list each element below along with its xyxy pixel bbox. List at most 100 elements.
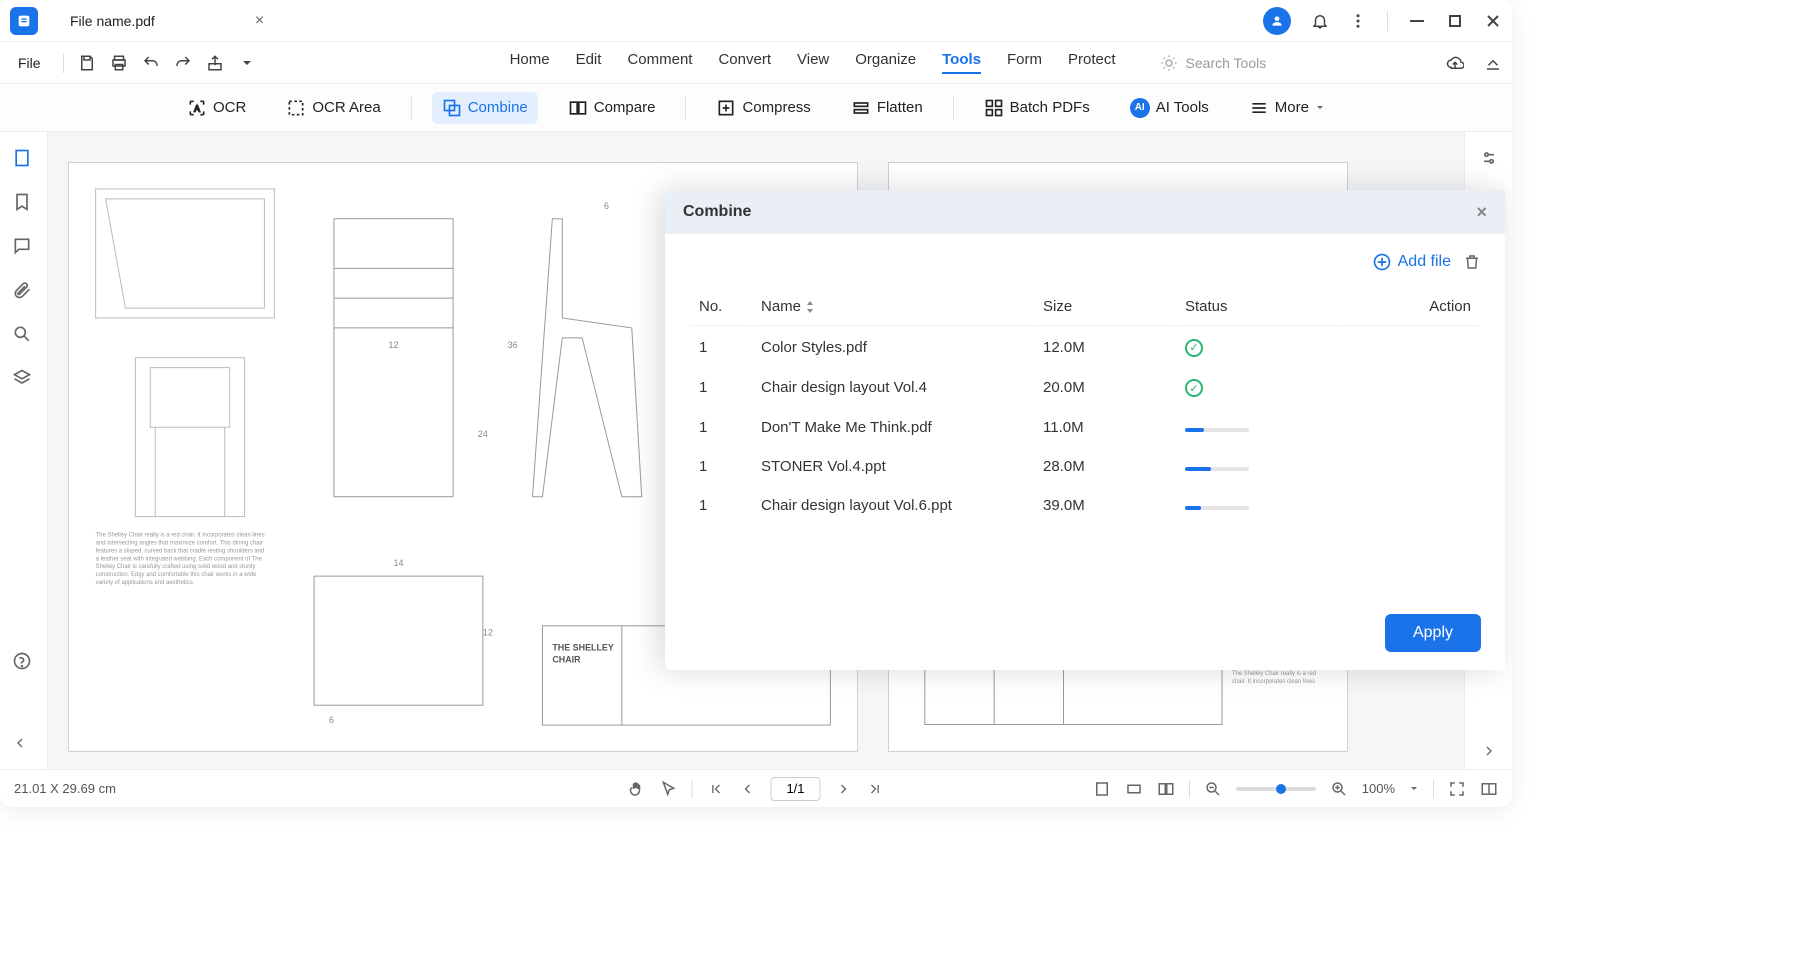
flatten-button[interactable]: Flatten <box>841 92 933 124</box>
dropdown-icon[interactable] <box>238 54 256 72</box>
single-page-icon[interactable] <box>1157 780 1175 798</box>
menu-edit[interactable]: Edit <box>576 51 602 74</box>
apply-button[interactable]: Apply <box>1385 614 1481 652</box>
redo-icon[interactable] <box>174 54 192 72</box>
help-icon[interactable] <box>12 651 36 675</box>
print-icon[interactable] <box>110 54 128 72</box>
separator <box>692 780 693 798</box>
menu-form[interactable]: Form <box>1007 51 1042 74</box>
close-tab-icon[interactable]: × <box>255 12 264 30</box>
combine-button[interactable]: Combine <box>432 92 538 124</box>
svg-text:The Shelley Chair really is a: The Shelley Chair really is a red <box>1232 671 1316 677</box>
ocr-button[interactable]: A OCR <box>177 92 256 124</box>
page-input[interactable] <box>771 777 821 801</box>
menu-view[interactable]: View <box>797 51 829 74</box>
zoom-slider[interactable] <box>1236 787 1316 791</box>
col-action: Action <box>1339 288 1479 326</box>
separator <box>1387 11 1388 31</box>
document-tab[interactable]: File name.pdf × <box>58 6 276 36</box>
ocr-area-button[interactable]: OCR Area <box>276 92 390 124</box>
first-page-icon[interactable] <box>707 780 725 798</box>
svg-text:A: A <box>194 103 200 113</box>
attachment-icon[interactable] <box>12 280 36 304</box>
table-row[interactable]: 1Chair design layout Vol.6.ppt39.0M <box>691 487 1479 524</box>
separator <box>1433 780 1434 798</box>
menu-tools[interactable]: Tools <box>942 51 981 74</box>
combine-panel-header: Combine × <box>665 190 1505 234</box>
sort-icon <box>805 301 815 313</box>
undo-icon[interactable] <box>142 54 160 72</box>
save-icon[interactable] <box>78 54 96 72</box>
settings-icon[interactable] <box>1479 148 1499 168</box>
thumbnails-icon[interactable] <box>12 148 36 172</box>
menubar: File Home Edit Comment Convert View Orga… <box>0 42 1512 84</box>
combine-panel-title: Combine <box>683 203 751 221</box>
zoom-out-icon[interactable] <box>1204 780 1222 798</box>
maximize-icon[interactable] <box>1446 12 1464 30</box>
cell-name: Color Styles.pdf <box>753 328 1033 367</box>
more-button[interactable]: More <box>1239 92 1335 124</box>
table-row[interactable]: 1Don'T Make Me Think.pdf11.0M <box>691 409 1479 446</box>
search-placeholder: Search Tools <box>1186 55 1267 71</box>
fit-width-icon[interactable] <box>1125 780 1143 798</box>
combine-panel-body: Add file No. Name Size Status Action 1Co… <box>665 234 1505 670</box>
chevron-left-icon[interactable] <box>12 735 36 759</box>
chevron-right-icon[interactable] <box>1481 743 1497 759</box>
check-icon: ✓ <box>1185 339 1203 357</box>
prev-page-icon[interactable] <box>739 780 757 798</box>
collapse-icon[interactable] <box>1484 54 1502 72</box>
cell-action <box>1339 409 1479 446</box>
cloud-upload-icon[interactable] <box>1446 54 1464 72</box>
zoom-level: 100% <box>1362 781 1395 796</box>
close-window-icon[interactable] <box>1484 12 1502 30</box>
more-vertical-icon[interactable] <box>1349 12 1367 30</box>
share-icon[interactable] <box>206 54 224 72</box>
last-page-icon[interactable] <box>867 780 885 798</box>
table-row[interactable]: 1Chair design layout Vol.420.0M✓ <box>691 369 1479 408</box>
next-page-icon[interactable] <box>835 780 853 798</box>
cell-action <box>1339 369 1479 408</box>
compress-button[interactable]: Compress <box>706 92 820 124</box>
menu-protect[interactable]: Protect <box>1068 51 1116 74</box>
menu-comment[interactable]: Comment <box>627 51 692 74</box>
zoom-in-icon[interactable] <box>1330 780 1348 798</box>
table-row[interactable]: 1Color Styles.pdf12.0M✓ <box>691 328 1479 367</box>
read-mode-icon[interactable] <box>1480 780 1498 798</box>
col-name[interactable]: Name <box>753 288 1033 326</box>
batch-pdfs-button[interactable]: Batch PDFs <box>974 92 1100 124</box>
add-file-button[interactable]: Add file <box>1372 252 1451 272</box>
app-logo <box>10 7 38 35</box>
fullscreen-icon[interactable] <box>1448 780 1466 798</box>
tools-toolbar: A OCR OCR Area Combine Compare Compress … <box>0 84 1512 132</box>
menu-home[interactable]: Home <box>510 51 550 74</box>
menu-convert[interactable]: Convert <box>718 51 771 74</box>
delete-icon[interactable] <box>1463 253 1481 271</box>
svg-text:and intersecting angles that m: and intersecting angles that maximize co… <box>96 540 263 546</box>
check-icon: ✓ <box>1185 379 1203 397</box>
chevron-down-icon[interactable] <box>1409 784 1419 794</box>
svg-text:24: 24 <box>478 429 488 439</box>
hand-tool-icon[interactable] <box>628 780 646 798</box>
search-tools[interactable]: Search Tools <box>1160 54 1267 72</box>
layers-icon[interactable] <box>12 368 36 392</box>
separator <box>411 96 412 120</box>
table-row[interactable]: 1STONER Vol.4.ppt28.0M <box>691 448 1479 485</box>
separator <box>63 53 64 73</box>
menu-organize[interactable]: Organize <box>855 51 916 74</box>
fit-page-icon[interactable] <box>1093 780 1111 798</box>
svg-text:The Shelley Chair really is a: The Shelley Chair really is a red chair.… <box>96 532 265 538</box>
cell-name: Don'T Make Me Think.pdf <box>753 409 1033 446</box>
select-tool-icon[interactable] <box>660 780 678 798</box>
compare-button[interactable]: Compare <box>558 92 666 124</box>
file-menu[interactable]: File <box>10 51 49 75</box>
comment-icon[interactable] <box>12 236 36 260</box>
search-icon[interactable] <box>12 324 36 348</box>
bookmark-icon[interactable] <box>12 192 36 216</box>
svg-text:chair. It incorporates clean l: chair. It incorporates clean lines <box>1232 679 1315 685</box>
cell-size: 11.0M <box>1035 409 1175 446</box>
bell-icon[interactable] <box>1311 12 1329 30</box>
close-panel-icon[interactable]: × <box>1476 202 1487 223</box>
ai-tools-button[interactable]: AI AI Tools <box>1120 92 1219 124</box>
user-avatar[interactable] <box>1263 7 1291 35</box>
minimize-icon[interactable] <box>1408 12 1426 30</box>
